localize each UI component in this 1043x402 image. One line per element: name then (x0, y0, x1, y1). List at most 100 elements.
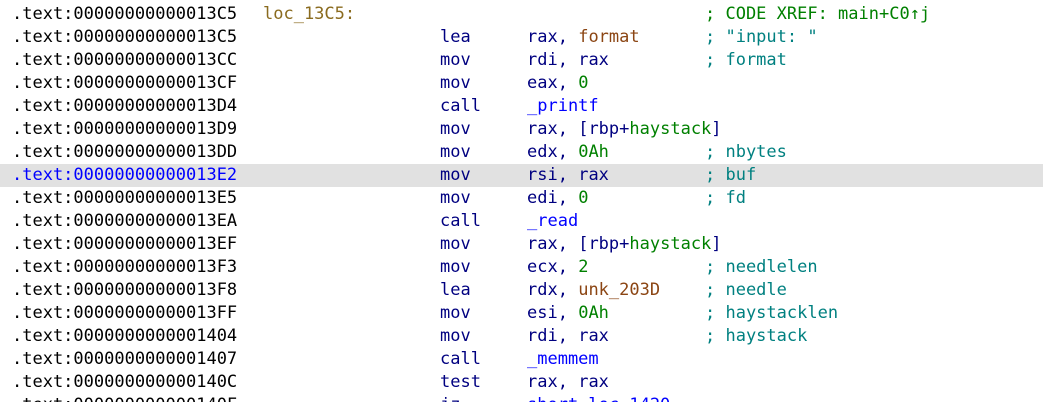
operand-token[interactable]: edx (527, 142, 558, 162)
address[interactable]: .text:00000000000013CC (12, 49, 237, 72)
listing-row[interactable]: .text:00000000000013FF mov esi, 0Ah ; hayst… (0, 302, 1043, 325)
address[interactable]: .text:000000000000140C (12, 371, 237, 394)
operand-token[interactable]: rsi (527, 165, 558, 185)
operands[interactable]: short loc_1420 (527, 394, 670, 402)
operands[interactable]: _printf (527, 95, 599, 118)
operand-token[interactable]: ecx (527, 257, 558, 277)
operand-token[interactable]: 0 (578, 188, 588, 208)
address[interactable]: .text:0000000000001404 (12, 325, 237, 348)
operand-token[interactable]: 2 (578, 257, 588, 277)
mnemonic[interactable]: mov (440, 256, 471, 279)
listing-row[interactable]: .text:00000000000013E5 mov edi, 0 ; fd (0, 187, 1043, 210)
operand-token[interactable]: rax (527, 234, 558, 254)
listing-row[interactable]: .text:00000000000013E2 mov rsi, rax ; buf (0, 164, 1043, 187)
operands[interactable]: rax, [rbp+haystack] (527, 233, 722, 256)
operand-token[interactable]: short loc_1420 (527, 395, 670, 402)
mnemonic[interactable]: jz (440, 394, 460, 402)
mnemonic[interactable]: mov (440, 164, 471, 187)
operand-token[interactable]: rdi (527, 50, 558, 70)
operand-token[interactable]: rdx (527, 280, 558, 300)
address[interactable]: .text:00000000000013EF (12, 233, 237, 256)
operands[interactable]: rdi, rax (527, 49, 609, 72)
mnemonic[interactable]: mov (440, 233, 471, 256)
operand-token[interactable]: haystack (629, 234, 711, 254)
address[interactable]: .text:00000000000013D4 (12, 95, 237, 118)
address[interactable]: .text:00000000000013C5 (12, 26, 237, 49)
listing-row[interactable]: .text:00000000000013EA call _read (0, 210, 1043, 233)
operands[interactable]: edx, 0Ah (527, 141, 609, 164)
address[interactable]: .text:000000000000140F (12, 394, 237, 402)
listing-row[interactable]: .text:00000000000013CF mov eax, 0 (0, 72, 1043, 95)
listing-row[interactable]: .text:000000000000140F jz short loc_1420 (0, 394, 1043, 402)
operand-token[interactable]: eax (527, 73, 558, 93)
listing-row[interactable]: .text:00000000000013F8 lea rdx, unk_203D ; … (0, 279, 1043, 302)
operands[interactable]: rax, format (527, 26, 640, 49)
address[interactable]: .text:00000000000013DD (12, 141, 237, 164)
comment[interactable]: ; needlelen (705, 256, 818, 279)
operands[interactable]: rax, [rbp+haystack] (527, 118, 722, 141)
comment[interactable]: ; "input: " (705, 26, 818, 49)
listing-row[interactable]: .text:00000000000013D4 call _printf (0, 95, 1043, 118)
listing-row[interactable]: .text:0000000000001407 call _memmem (0, 348, 1043, 371)
comment[interactable]: ; needle (705, 279, 787, 302)
mnemonic[interactable]: mov (440, 118, 471, 141)
operand-token[interactable]: _read (527, 211, 578, 231)
mnemonic[interactable]: lea (440, 26, 471, 49)
mnemonic[interactable]: mov (440, 325, 471, 348)
mnemonic[interactable]: call (440, 210, 481, 233)
operand-token[interactable]: esi (527, 303, 558, 323)
operand-token[interactable]: 0Ah (578, 142, 609, 162)
operands[interactable]: _memmem (527, 348, 599, 371)
address[interactable]: .text:00000000000013EA (12, 210, 237, 233)
mnemonic[interactable]: mov (440, 141, 471, 164)
operand-token[interactable]: rax (527, 119, 558, 139)
operand-token[interactable]: edi (527, 188, 558, 208)
operands[interactable]: rax, rax (527, 371, 609, 394)
operand-token[interactable]: rax (578, 372, 609, 392)
operand-token[interactable]: 0Ah (578, 303, 609, 323)
mnemonic[interactable]: lea (440, 279, 471, 302)
listing-row[interactable]: .text:00000000000013F3 mov ecx, 2 ; needlel… (0, 256, 1043, 279)
mnemonic[interactable]: mov (440, 187, 471, 210)
mnemonic[interactable]: mov (440, 72, 471, 95)
operand-token[interactable]: rax (527, 27, 558, 47)
operands[interactable]: rdi, rax (527, 325, 609, 348)
comment[interactable]: ; haystack (705, 325, 807, 348)
operands[interactable]: rsi, rax (527, 164, 609, 187)
operand-token[interactable]: rbp (588, 119, 619, 139)
address[interactable]: .text:00000000000013E5 (12, 187, 237, 210)
address[interactable]: .text:00000000000013C5 (12, 3, 237, 26)
comment[interactable]: ; haystacklen (705, 302, 838, 325)
operand-token[interactable]: rdi (527, 326, 558, 346)
operands[interactable]: edi, 0 (527, 187, 588, 210)
comment[interactable]: ; fd (705, 187, 746, 210)
mnemonic[interactable]: test (440, 371, 481, 394)
operand-token[interactable]: haystack (629, 119, 711, 139)
comment[interactable]: ; buf (705, 164, 756, 187)
operands[interactable]: esi, 0Ah (527, 302, 609, 325)
address[interactable]: .text:00000000000013F8 (12, 279, 237, 302)
operand-token[interactable]: unk_203D (578, 280, 660, 300)
operand-token[interactable]: _printf (527, 96, 599, 116)
mnemonic[interactable]: mov (440, 49, 471, 72)
comment[interactable]: ; format (705, 49, 787, 72)
operand-token[interactable]: rax (578, 165, 609, 185)
address[interactable]: .text:00000000000013D9 (12, 118, 237, 141)
address[interactable]: .text:00000000000013FF (12, 302, 237, 325)
listing-row[interactable]: .text:00000000000013EF mov rax, [rbp+hayst… (0, 233, 1043, 256)
listing-row[interactable]: .text:00000000000013CC mov rdi, rax ; forma… (0, 49, 1043, 72)
comment[interactable]: ; nbytes (705, 141, 787, 164)
xref-comment[interactable]: ; CODE XREF: main+C0↑j (705, 3, 930, 26)
operands[interactable]: _read (527, 210, 578, 233)
disassembly-listing[interactable]: .text:00000000000013C5 loc_13C5: ; CODE XR… (0, 0, 1043, 402)
operand-token[interactable]: _memmem (527, 349, 599, 369)
operand-token[interactable]: rax (578, 326, 609, 346)
listing-row[interactable]: .text:00000000000013C5 loc_13C5: ; CODE XR… (0, 3, 1043, 26)
operand-token[interactable]: 0 (578, 73, 588, 93)
operand-token[interactable]: rax (578, 50, 609, 70)
address[interactable]: .text:00000000000013F3 (12, 256, 237, 279)
mnemonic[interactable]: mov (440, 302, 471, 325)
address[interactable]: .text:0000000000001407 (12, 348, 237, 371)
code-label[interactable]: loc_13C5: (263, 3, 355, 26)
operands[interactable]: ecx, 2 (527, 256, 588, 279)
